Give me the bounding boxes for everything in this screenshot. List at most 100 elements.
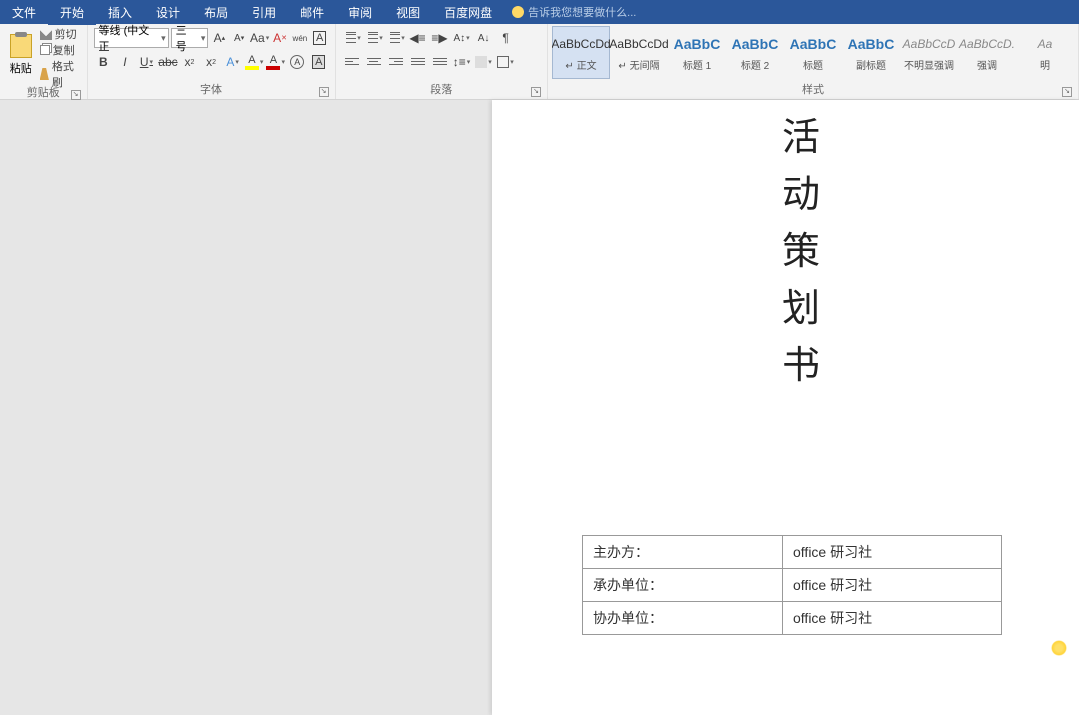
increase-indent-button[interactable]: ≡▶ — [430, 28, 450, 48]
style-item-0[interactable]: AaBbCcDd↵ 正文 — [552, 26, 610, 79]
document-title[interactable]: 活动策划书 — [782, 110, 1059, 395]
multilevel-icon — [386, 32, 400, 44]
title-char[interactable]: 书 — [782, 338, 1059, 395]
style-preview: AaBbC — [732, 33, 779, 55]
distribute-button[interactable] — [430, 52, 450, 72]
style-preview: Aa — [1038, 33, 1053, 55]
group-styles: AaBbCcDd↵ 正文AaBbCcDd↵ 无间隔AaBbC标题 1AaBbC标… — [548, 24, 1079, 99]
numbering-button[interactable]: ▾ — [364, 28, 384, 48]
highlight-button[interactable]: A▾ — [244, 52, 264, 72]
table-cell-value[interactable]: office 研习社 — [783, 602, 1002, 635]
underline-button[interactable]: U▾ — [137, 52, 157, 72]
ribbon: 粘贴 剪切 复制 格式刷 剪贴板↘ 等线 (中文正 三号 A▴ A▾ Aa▾ A… — [0, 24, 1079, 100]
strike-button[interactable]: abc — [158, 52, 178, 72]
tab-design[interactable]: 设计 — [144, 0, 192, 24]
table-cell-label[interactable]: 主办方： — [583, 536, 783, 569]
style-item-4[interactable]: AaBbC标题 — [784, 26, 842, 79]
cut-button[interactable]: 剪切 — [40, 26, 83, 42]
style-item-3[interactable]: AaBbC标题 2 — [726, 26, 784, 79]
font-group-label: 字体↘ — [92, 79, 331, 99]
line-spacing-button[interactable]: ↕≡▾ — [452, 52, 472, 72]
clear-format-button[interactable]: A✕ — [271, 28, 289, 48]
tell-me[interactable]: 告诉我您想要做什么... — [504, 0, 644, 24]
paragraph-group-label: 段落↘ — [340, 79, 543, 99]
grow-font-button[interactable]: A▴ — [210, 28, 228, 48]
align-center-button[interactable] — [364, 52, 384, 72]
numbering-icon — [364, 32, 378, 44]
font-color-button[interactable]: A▾ — [266, 52, 286, 72]
decrease-indent-button[interactable]: ◀≡ — [408, 28, 428, 48]
styles-gallery[interactable]: AaBbCcDd↵ 正文AaBbCcDd↵ 无间隔AaBbC标题 1AaBbC标… — [552, 26, 1074, 79]
style-item-2[interactable]: AaBbC标题 1 — [668, 26, 726, 79]
tab-view[interactable]: 视图 — [384, 0, 432, 24]
table-row[interactable]: 主办方：office 研习社 — [583, 536, 1002, 569]
bullets-button[interactable]: ▾ — [342, 28, 362, 48]
font-name-combo[interactable]: 等线 (中文正 — [94, 28, 169, 48]
font-size-combo[interactable]: 三号 — [171, 28, 209, 48]
borders-button[interactable]: ▾ — [496, 52, 516, 72]
bold-button[interactable]: B — [94, 52, 114, 72]
copy-button[interactable]: 复制 — [40, 42, 83, 58]
style-item-7[interactable]: AaBbCcD.强调 — [958, 26, 1016, 79]
italic-button[interactable]: I — [115, 52, 135, 72]
document-table[interactable]: 主办方：office 研习社承办单位：office 研习社协办单位：office… — [582, 535, 1002, 635]
table-row[interactable]: 承办单位：office 研习社 — [583, 569, 1002, 602]
document-page[interactable]: 活动策划书 主办方：office 研习社承办单位：office 研习社协办单位：… — [492, 100, 1079, 715]
superscript-button[interactable]: x2 — [201, 52, 221, 72]
style-item-1[interactable]: AaBbCcDd↵ 无间隔 — [610, 26, 668, 79]
shrink-font-button[interactable]: A▾ — [230, 28, 248, 48]
style-name: 不明显强调 — [904, 57, 954, 72]
styles-dialog-launcher[interactable]: ↘ — [1062, 87, 1072, 97]
group-paragraph: ▾ ▾ ▾ ◀≡ ≡▶ A↕▾ A↓ ¶ ↕≡▾ ▾ ▾ 段落↘ — [336, 24, 548, 99]
font-dialog-launcher[interactable]: ↘ — [319, 87, 329, 97]
subscript-button[interactable]: x2 — [180, 52, 200, 72]
text-effects-button[interactable]: A▾ — [223, 52, 243, 72]
tab-layout[interactable]: 布局 — [192, 0, 240, 24]
text-direction-button[interactable]: A↕▾ — [452, 28, 472, 48]
tab-mailings[interactable]: 邮件 — [288, 0, 336, 24]
show-marks-button[interactable]: ¶ — [496, 28, 516, 48]
sort-button[interactable]: A↓ — [474, 28, 494, 48]
circled-char-button[interactable]: A — [287, 52, 307, 72]
align-right-icon — [389, 56, 403, 68]
tab-insert[interactable]: 插入 — [96, 0, 144, 24]
multilevel-button[interactable]: ▾ — [386, 28, 406, 48]
menu-bar: 文件 开始 插入 设计 布局 引用 邮件 审阅 视图 百度网盘 告诉我您想要做什… — [0, 0, 1079, 24]
tab-file[interactable]: 文件 — [0, 0, 48, 24]
justify-icon — [411, 56, 425, 68]
shading-button[interactable]: ▾ — [474, 52, 494, 72]
style-name: 标题 1 — [683, 57, 711, 72]
table-cell-label[interactable]: 协办单位： — [583, 602, 783, 635]
align-center-icon — [367, 56, 381, 68]
title-char[interactable]: 策 — [782, 224, 1059, 281]
style-name: 强调 — [977, 57, 997, 72]
table-cell-value[interactable]: office 研习社 — [783, 569, 1002, 602]
paragraph-dialog-launcher[interactable]: ↘ — [531, 87, 541, 97]
align-left-button[interactable] — [342, 52, 362, 72]
title-char[interactable]: 活 — [782, 110, 1059, 167]
change-case-button[interactable]: Aa▾ — [250, 28, 269, 48]
align-right-button[interactable] — [386, 52, 406, 72]
tab-review[interactable]: 审阅 — [336, 0, 384, 24]
tab-home[interactable]: 开始 — [48, 0, 96, 24]
tell-me-text: 告诉我您想要做什么... — [528, 4, 636, 20]
table-row[interactable]: 协办单位：office 研习社 — [583, 602, 1002, 635]
style-item-6[interactable]: AaBbCcD不明显强调 — [900, 26, 958, 79]
justify-button[interactable] — [408, 52, 428, 72]
tab-baidu[interactable]: 百度网盘 — [432, 0, 504, 24]
tab-references[interactable]: 引用 — [240, 0, 288, 24]
title-char[interactable]: 划 — [782, 281, 1059, 338]
title-char[interactable]: 动 — [782, 167, 1059, 224]
paste-button[interactable]: 粘贴 — [4, 26, 38, 82]
clipboard-dialog-launcher[interactable]: ↘ — [71, 90, 81, 100]
table-cell-label[interactable]: 承办单位： — [583, 569, 783, 602]
pinyin-button[interactable]: wén — [291, 28, 309, 48]
char-border-button[interactable]: A — [311, 28, 329, 48]
table-move-handle[interactable] — [1051, 640, 1067, 656]
table-cell-value[interactable]: office 研习社 — [783, 536, 1002, 569]
char-shading-button[interactable]: A — [309, 52, 329, 72]
style-name: ↵ 正文 — [565, 57, 596, 72]
style-item-5[interactable]: AaBbC副标题 — [842, 26, 900, 79]
styles-group-label: 样式↘ — [552, 79, 1074, 99]
style-item-8[interactable]: Aa明 — [1016, 26, 1074, 79]
